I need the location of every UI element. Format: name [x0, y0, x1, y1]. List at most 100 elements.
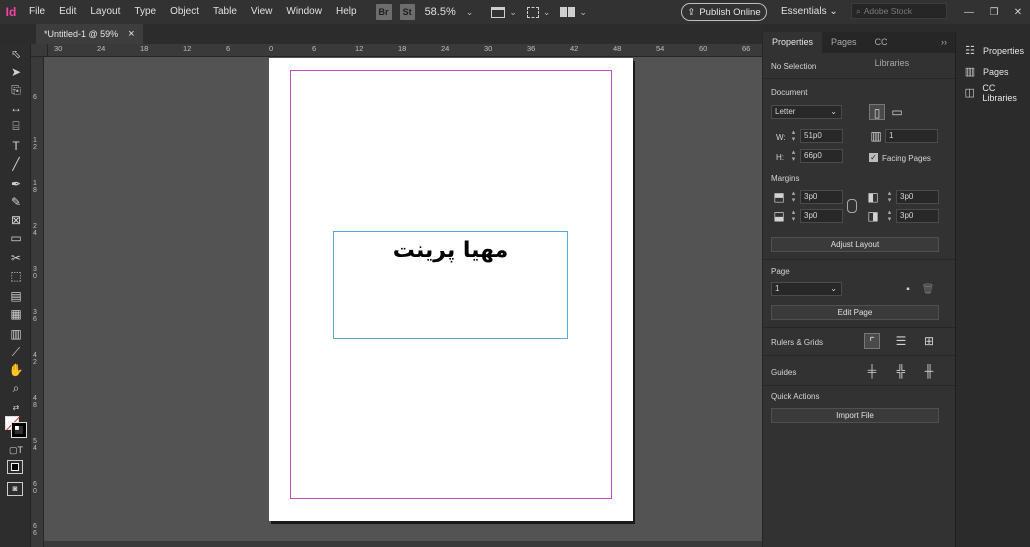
screen-chevron-down-icon[interactable]: ⌄: [543, 7, 551, 18]
hand-tool-icon[interactable]: ✋: [8, 362, 24, 378]
margin-right-stepper[interactable]: ▴ ▾: [885, 209, 894, 223]
dock-properties[interactable]: ☷ Properties: [963, 41, 1024, 61]
menu-table[interactable]: Table: [206, 0, 244, 24]
document-preset-select[interactable]: Letter ⌄: [771, 105, 842, 119]
pages-icon: ▥: [870, 129, 882, 143]
new-page-icon[interactable]: ▪: [900, 282, 916, 298]
ruler-label: 24: [97, 44, 106, 53]
margin-bottom-field[interactable]: 3p0: [800, 209, 843, 223]
stroke-swatch[interactable]: [11, 422, 27, 438]
edit-page-button[interactable]: Edit Page: [771, 305, 939, 320]
properties-panel: Properties Pages CC Libraries ›› No Sele…: [762, 32, 956, 547]
scissors-tool-icon[interactable]: ✂: [8, 250, 24, 266]
close-tab-icon[interactable]: ×: [128, 28, 134, 40]
pen-tool-icon[interactable]: ✒: [8, 176, 24, 192]
margin-left-field[interactable]: 3p0: [896, 190, 939, 204]
portrait-orientation-icon[interactable]: ▯: [869, 104, 885, 120]
formatting-affects-text-icon[interactable]: ▢T: [8, 442, 24, 458]
zoom-level[interactable]: 58.5%: [425, 6, 456, 18]
rectangle-tool-icon[interactable]: ▭: [8, 230, 24, 246]
adjust-layout-button[interactable]: Adjust Layout: [771, 237, 939, 252]
workspace-switcher[interactable]: Essentials ⌄: [781, 0, 838, 24]
menu-layout[interactable]: Layout: [83, 0, 127, 24]
width-stepper[interactable]: ▴ ▾: [789, 129, 798, 143]
menu-file[interactable]: File: [22, 0, 52, 24]
margin-top-icon: ⬒: [773, 190, 785, 204]
minimize-icon[interactable]: —: [957, 0, 981, 24]
free-transform-tool-icon[interactable]: ⬚: [8, 268, 24, 284]
dock-properties-label: Properties: [983, 46, 1025, 56]
margin-right-field[interactable]: 3p0: [896, 209, 939, 223]
zoom-tool-icon[interactable]: ⌕: [8, 380, 24, 396]
show-guides-icon[interactable]: ╪: [864, 363, 880, 379]
facing-pages-label: Facing Pages: [882, 154, 931, 163]
menu-window[interactable]: Window: [279, 0, 329, 24]
content-collector-icon[interactable]: ⌸: [8, 118, 24, 134]
height-field[interactable]: 66p0: [800, 149, 843, 163]
rectangle-frame-tool-icon[interactable]: ⊠: [8, 212, 24, 228]
gap-tool-icon[interactable]: ↔: [8, 100, 24, 116]
view-chevron-down-icon[interactable]: ⌄: [509, 7, 517, 18]
snap-guides-icon[interactable]: ╫: [921, 363, 937, 379]
panel-more-icon[interactable]: ››: [932, 32, 956, 53]
selection-tool-icon[interactable]: ⬁: [8, 46, 24, 62]
note-tool-icon[interactable]: ▥: [8, 326, 24, 342]
page-tool-icon[interactable]: ⎘: [8, 82, 24, 98]
gradient-feather-tool-icon[interactable]: ▦: [8, 306, 24, 322]
document-grid-icon[interactable]: ⊞: [921, 333, 937, 349]
adobe-stock-search[interactable]: ⌕ Adobe Stock: [851, 3, 947, 19]
menu-object[interactable]: Object: [163, 0, 206, 24]
selection-status: No Selection: [771, 62, 817, 71]
line-tool-icon[interactable]: ╱: [8, 156, 24, 172]
tab-cc-libraries[interactable]: CC Libraries: [866, 32, 932, 68]
screen-mode-tool-icon[interactable]: ◙: [7, 482, 23, 496]
default-colors-icon[interactable]: ⇄: [8, 400, 24, 416]
landscape-orientation-icon[interactable]: ▭: [889, 104, 905, 120]
menu-type[interactable]: Type: [127, 0, 163, 24]
link-margins-icon[interactable]: [847, 199, 857, 213]
menu-view[interactable]: View: [244, 0, 280, 24]
publish-online-button[interactable]: ⇪ Publish Online: [681, 3, 767, 21]
tools-panel: ⬁ ➤ ⎘ ↔ ⌸ T ╱ ✒ ✎ ⊠ ▭ ✂ ⬚ ▤ ▦ ▥ ⟋ ✋ ⌕ ⇄ …: [0, 44, 31, 547]
close-window-icon[interactable]: ✕: [1006, 0, 1030, 24]
import-file-button[interactable]: Import File: [771, 408, 939, 423]
horizontal-scrollbar[interactable]: [44, 541, 762, 547]
margin-left-stepper[interactable]: ▴ ▾: [885, 190, 894, 204]
height-stepper[interactable]: ▴ ▾: [789, 149, 798, 163]
screen-mode-icon[interactable]: [526, 6, 539, 18]
eyedropper-tool-icon[interactable]: ⟋: [8, 344, 24, 360]
pencil-tool-icon[interactable]: ✎: [8, 194, 24, 210]
restore-icon[interactable]: ❐: [982, 0, 1006, 24]
dock-pages[interactable]: ▥ Pages: [963, 62, 1009, 82]
bridge-button[interactable]: Br: [375, 4, 392, 20]
menu-help[interactable]: Help: [329, 0, 364, 24]
ruler-label: 30: [484, 44, 493, 53]
pages-count-field[interactable]: 1: [885, 129, 938, 143]
frame-text[interactable]: مهیا پرینت: [334, 232, 567, 263]
view-options-icon[interactable]: [491, 6, 506, 18]
margin-bottom-stepper[interactable]: ▴ ▾: [789, 209, 798, 223]
text-frame[interactable]: مهیا پرینت: [333, 231, 568, 339]
direct-selection-tool-icon[interactable]: ➤: [8, 64, 24, 80]
width-field[interactable]: 51p0: [800, 129, 843, 143]
arrange-chevron-down-icon[interactable]: ⌄: [579, 7, 587, 18]
arrange-documents-icon[interactable]: [560, 7, 576, 17]
apply-color-icon[interactable]: [7, 460, 23, 474]
margin-top-field[interactable]: 3p0: [800, 190, 843, 204]
delete-page-icon[interactable]: 🗑: [920, 282, 936, 298]
stock-button[interactable]: St: [399, 4, 415, 20]
gradient-swatch-tool-icon[interactable]: ▤: [8, 288, 24, 304]
menu-edit[interactable]: Edit: [52, 0, 83, 24]
page-select[interactable]: 1 ⌄: [771, 282, 842, 296]
baseline-grid-icon[interactable]: ☰: [893, 333, 909, 349]
rulers-icon[interactable]: ⌜: [864, 333, 880, 349]
facing-pages-checkbox[interactable]: ✓: [869, 153, 878, 162]
tab-properties[interactable]: Properties: [763, 32, 823, 53]
margin-top-stepper[interactable]: ▴ ▾: [789, 190, 798, 204]
zoom-chevron-down-icon[interactable]: ⌄: [466, 7, 474, 18]
dock-cc-libraries[interactable]: ◫ CC Libraries: [963, 83, 1030, 103]
type-tool-icon[interactable]: T: [8, 138, 24, 154]
document-tab[interactable]: *Untitled-1 @ 59% ×: [36, 24, 143, 44]
tab-pages[interactable]: Pages: [822, 32, 866, 53]
lock-guides-icon[interactable]: ╬: [893, 363, 909, 379]
